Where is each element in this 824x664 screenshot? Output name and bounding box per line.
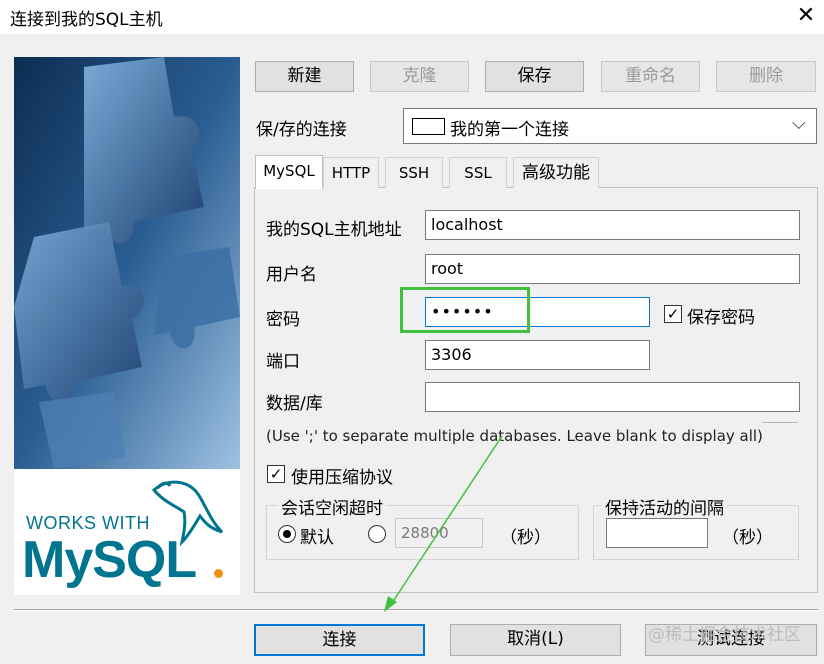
tab-ssl[interactable]: SSL [449, 157, 507, 188]
tab-ssh[interactable]: SSH [385, 157, 443, 188]
username-label: 用户名 [266, 265, 317, 285]
dolphin-icon [151, 480, 224, 546]
watermark: @稀土掘金技术社区 [648, 625, 801, 645]
database-label: 数据/库 [266, 394, 323, 414]
window-title: 连接到我的SQL主机 [10, 10, 163, 30]
session-timeout-title: 会话空闲超时 [278, 494, 386, 519]
hint-divider [762, 422, 798, 423]
keepalive-title: 保持活动的间隔 [602, 494, 727, 519]
port-input[interactable]: 3306 [425, 340, 650, 370]
save-password-checkbox[interactable]: ✓ [664, 305, 682, 323]
close-icon[interactable]: ✕ [792, 2, 820, 30]
save-button[interactable]: 保存 [485, 61, 584, 92]
host-label: 我的SQL主机地址 [266, 220, 402, 240]
connect-button[interactable]: 连接 [254, 624, 425, 656]
port-label: 端口 [266, 352, 300, 372]
tab-mysql[interactable]: MySQL [255, 155, 323, 189]
logo-dot [214, 569, 223, 578]
clone-button[interactable]: 克隆 [370, 61, 469, 92]
keepalive-unit-label: （秒） [722, 528, 773, 548]
database-input[interactable] [425, 382, 800, 412]
tab-http[interactable]: HTTP [323, 157, 379, 188]
database-hint: (Use ';' to separate multiple databases.… [266, 427, 763, 445]
compression-label: 使用压缩协议 [291, 468, 393, 488]
password-label: 密码 [266, 310, 300, 330]
host-input[interactable]: localhost [425, 210, 800, 240]
username-input[interactable]: root [425, 254, 800, 284]
keepalive-input[interactable] [606, 518, 708, 548]
chevron-down-icon[interactable]: ⌵ [792, 113, 806, 134]
saved-connections-label: 保/存的连接 [256, 120, 347, 140]
timeout-default-radio[interactable] [278, 525, 296, 543]
annotation-arrow [384, 435, 503, 612]
delete-button[interactable]: 删除 [716, 61, 816, 92]
compression-checkbox[interactable]: ✓ [267, 465, 285, 483]
cancel-button[interactable]: 取消(L) [450, 624, 621, 656]
rename-button[interactable]: 重命名 [601, 61, 700, 92]
new-button[interactable]: 新建 [255, 61, 354, 92]
saved-connections-select[interactable]: 我的第一个连接 ⌵ [403, 108, 817, 144]
save-password-label: 保存密码 [687, 308, 755, 328]
password-highlight-annotation [400, 287, 530, 333]
timeout-default-label: 默认 [300, 528, 334, 548]
tab-advanced[interactable]: 高级功能 [513, 157, 599, 188]
saved-connection-value: 我的第一个连接 [450, 120, 569, 140]
connection-color-swatch [412, 118, 445, 135]
